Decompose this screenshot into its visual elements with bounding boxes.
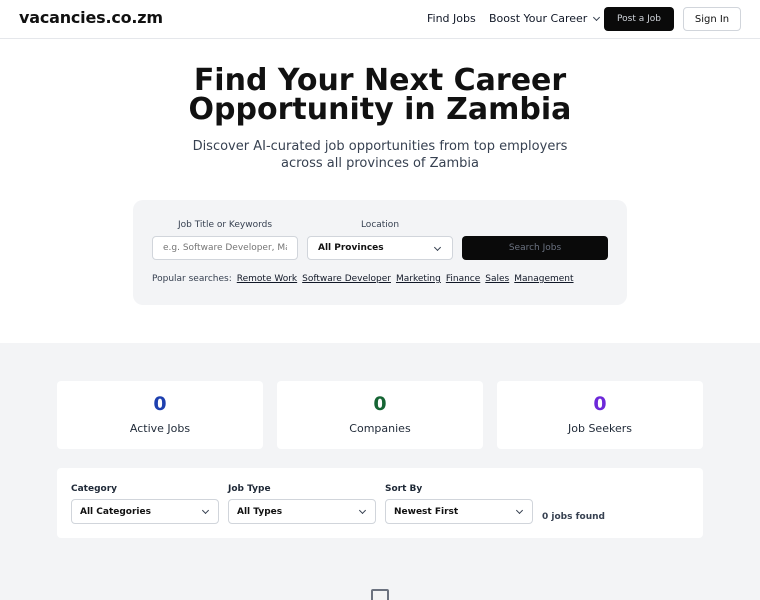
sort-by-select[interactable]: Newest First [385,499,533,524]
stat-label: Active Jobs [129,422,191,435]
hero-subtitle: Discover AI-curated job opportunities fr… [192,139,568,171]
popular-link-sales[interactable]: Sales [485,274,509,284]
site-logo[interactable]: vacancies.co.zm [19,8,163,27]
post-job-button[interactable]: Post a Job [604,7,674,31]
stat-card-active-jobs: 0 Active Jobs [57,381,263,449]
chevron-down-icon [593,13,601,21]
popular-link-remote-work[interactable]: Remote Work [237,274,297,284]
popular-link-management[interactable]: Management [514,274,573,284]
nav-boost-career[interactable]: Boost Your Career [489,12,601,25]
site-header: vacancies.co.zm Find Jobs Boost Your Car… [0,0,760,39]
location-label: Location [360,220,400,230]
sort-by-label: Sort By [385,484,423,494]
sort-by-select-value: Newest First [394,506,459,517]
hero-title: Find Your Next Career Opportunity in Zam… [188,63,572,127]
search-jobs-button[interactable]: Search Jobs [462,236,608,260]
category-select[interactable]: All Categories [71,499,219,524]
popular-searches: Popular searches: Remote Work Software D… [152,274,574,284]
chevron-down-icon [201,506,210,515]
stat-label: Job Seekers [568,422,632,435]
jobs-found-count: 0 jobs found [542,512,605,522]
nav-boost-career-label: Boost Your Career [489,12,588,25]
stat-card-job-seekers: 0 Job Seekers [497,381,703,449]
job-type-select[interactable]: All Types [228,499,376,524]
stat-card-companies: 0 Companies [277,381,483,449]
category-select-value: All Categories [80,506,151,517]
stat-value: 0 [593,393,607,415]
chevron-down-icon [433,243,442,252]
location-select[interactable]: All Provinces [307,236,453,260]
popular-searches-label: Popular searches: [152,274,232,284]
job-type-select-value: All Types [237,506,283,517]
sign-in-button[interactable]: Sign In [683,7,741,31]
empty-box-icon [371,589,389,600]
job-type-label: Job Type [228,484,271,494]
popular-link-finance[interactable]: Finance [446,274,480,284]
nav-find-jobs[interactable]: Find Jobs [427,12,476,25]
location-select-value: All Provinces [318,243,384,253]
stat-value: 0 [153,393,167,415]
job-title-label: Job Title or Keywords [177,220,273,230]
chevron-down-icon [358,506,367,515]
stat-label: Companies [349,422,411,435]
keywords-input[interactable] [152,236,298,260]
chevron-down-icon [515,506,524,515]
category-label: Category [71,484,118,494]
popular-link-marketing[interactable]: Marketing [396,274,441,284]
popular-link-software-developer[interactable]: Software Developer [302,274,391,284]
stat-value: 0 [373,393,387,415]
